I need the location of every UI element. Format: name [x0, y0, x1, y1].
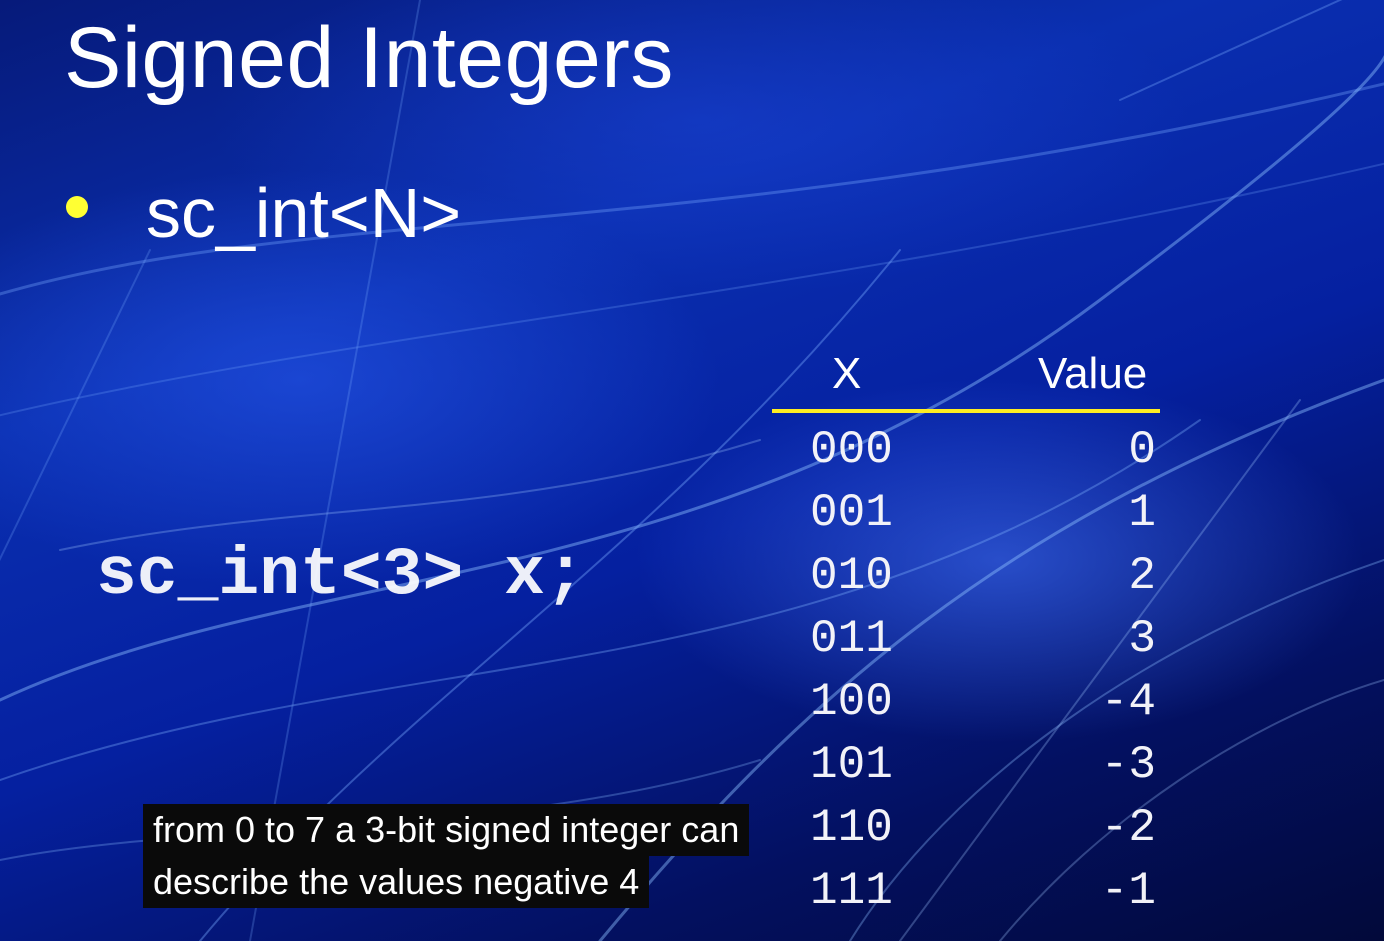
table-cell-value: 2: [1128, 550, 1156, 602]
table-cell-x: 101: [810, 739, 893, 791]
table-cell-value: 3: [1128, 613, 1156, 665]
table-cell-value: 1: [1128, 487, 1156, 539]
table-cell-x: 110: [810, 802, 893, 854]
background-light-streaks: [0, 0, 1384, 941]
table-header-value: Value: [1038, 349, 1148, 398]
table-cell-x: 000: [810, 424, 893, 476]
table-header-x: X: [832, 349, 862, 398]
table-cell-value: -1: [1100, 865, 1156, 917]
bullet-text: sc_int<N>: [146, 174, 462, 252]
caption-line: describe the values negative 4: [143, 856, 650, 908]
table-cell-x: 001: [810, 487, 893, 539]
table-cell-x: 111: [810, 865, 893, 917]
table-header-rule: [772, 409, 1160, 413]
table-cell-value: -3: [1100, 739, 1156, 791]
bullet-icon: [66, 196, 88, 218]
table-cell-x: 100: [810, 676, 893, 728]
table-cell-x: 010: [810, 550, 893, 602]
slide-title: Signed Integers: [64, 10, 674, 106]
table-cell-value: 0: [1128, 424, 1156, 476]
code-example: sc_int<3> x;: [96, 537, 586, 614]
table-cell-value: -4: [1100, 676, 1156, 728]
caption-line: from 0 to 7 a 3-bit signed integer can: [143, 804, 750, 856]
video-caption: from 0 to 7 a 3-bit signed integer can d…: [143, 804, 750, 908]
table-cell-x: 011: [810, 613, 893, 665]
slide: Signed Integers sc_int<N> sc_int<3> x; X…: [0, 0, 1384, 941]
table-cell-value: -2: [1100, 802, 1156, 854]
